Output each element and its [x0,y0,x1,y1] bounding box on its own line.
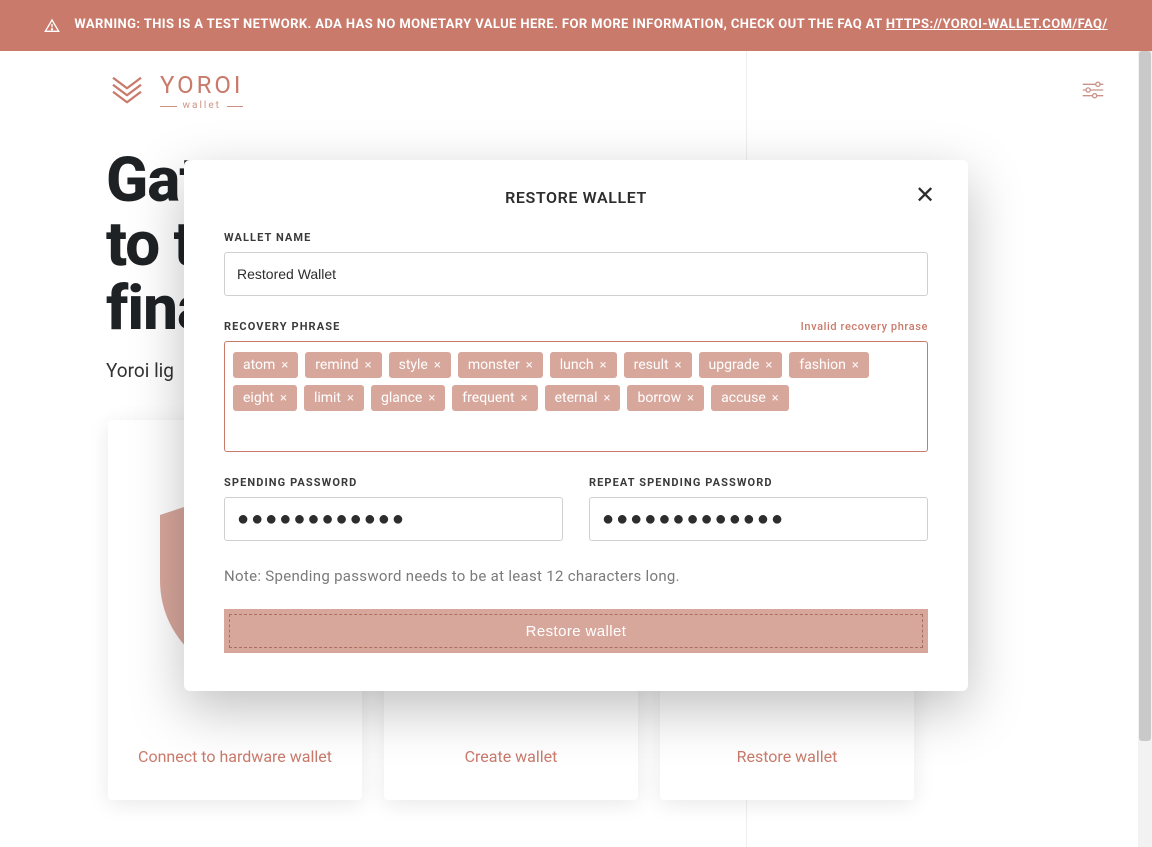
remove-chip-icon[interactable]: × [687,391,694,406]
scrollbar[interactable] [1138,51,1152,847]
remove-chip-icon[interactable]: × [280,391,287,406]
remove-chip-icon[interactable]: × [772,391,779,406]
phrase-word: fashion [799,357,846,373]
phrase-chip: monster × [458,352,543,378]
spending-password-input[interactable] [224,497,563,541]
phrase-chip: frequent × [452,385,537,411]
repeat-password-label: REPEAT SPENDING PASSWORD [589,476,928,489]
recovery-phrase-input[interactable]: atom×remind×style×monster×lunch×result×u… [224,341,928,452]
wallet-name-input[interactable] [224,252,928,296]
remove-chip-icon[interactable]: × [365,358,372,373]
phrase-chip: lunch × [550,352,617,378]
remove-chip-icon[interactable]: × [675,358,682,373]
remove-chip-icon[interactable]: × [428,391,435,406]
banner-faq-link[interactable]: HTTPS://YOROI-WALLET.COM/FAQ/ [886,17,1108,32]
phrase-word: atom [243,357,275,373]
remove-chip-icon[interactable]: × [526,358,533,373]
modal-title: RESTORE WALLET [224,188,928,207]
wallet-name-label: WALLET NAME [224,231,928,244]
phrase-word: glance [381,390,422,406]
phrase-word: accuse [721,390,766,406]
phrase-chip: result × [624,352,692,378]
close-icon: ✕ [915,181,935,210]
phrase-chip: glance × [371,385,445,411]
phrase-chip: accuse × [711,385,789,411]
remove-chip-icon[interactable]: × [434,358,441,373]
remove-chip-icon[interactable]: × [521,391,528,406]
phrase-chip: atom × [233,352,298,378]
remove-chip-icon[interactable]: × [604,391,611,406]
phrase-chip: upgrade × [699,352,783,378]
test-network-banner: WARNING: THIS IS A TEST NETWORK. ADA HAS… [0,0,1152,51]
phrase-word: upgrade [709,357,760,373]
settings-button[interactable] [1080,77,1106,106]
phrase-word: result [634,357,669,373]
remove-chip-icon[interactable]: × [600,358,607,373]
phrase-word: eight [243,390,274,406]
phrase-chip: borrow × [627,385,704,411]
logo-mark-icon [106,69,148,115]
phrase-word: lunch [560,357,594,373]
scrollbar-thumb[interactable] [1139,51,1151,741]
phrase-word: style [399,357,428,373]
phrase-word: frequent [462,390,514,406]
restore-wallet-button[interactable]: Restore wallet [224,609,928,653]
yoroi-logo: YOROI wallet [106,69,243,115]
warning-icon [44,18,60,34]
card-label: Restore wallet [737,747,838,766]
recovery-phrase-label: RECOVERY PHRASE [224,320,340,333]
logo-name: YOROI [160,73,243,97]
remove-chip-icon[interactable]: × [347,391,354,406]
phrase-chip: limit × [304,385,364,411]
card-label: Create wallet [465,747,558,766]
restore-wallet-modal: RESTORE WALLET ✕ WALLET NAME RECOVERY PH… [184,160,968,691]
phrase-chip: eternal × [545,385,621,411]
phrase-word: borrow [637,390,681,406]
phrase-chip: fashion × [789,352,869,378]
remove-chip-icon[interactable]: × [852,358,859,373]
app-header: YOROI wallet [0,51,1152,141]
password-note: Note: Spending password needs to be at l… [224,567,928,585]
banner-text: WARNING: THIS IS A TEST NETWORK. ADA HAS… [74,17,885,32]
spending-password-label: SPENDING PASSWORD [224,476,563,489]
phrase-chip: style × [389,352,451,378]
recovery-phrase-error: Invalid recovery phrase [801,320,928,333]
close-button[interactable]: ✕ [912,182,938,208]
remove-chip-icon[interactable]: × [281,358,288,373]
phrase-chip: remind × [305,352,381,378]
phrase-word: eternal [555,390,598,406]
phrase-chip: eight × [233,385,297,411]
phrase-word: monster [468,357,520,373]
repeat-password-input[interactable] [589,497,928,541]
phrase-word: remind [315,357,358,373]
card-label: Connect to hardware wallet [138,747,332,766]
remove-chip-icon[interactable]: × [765,358,772,373]
phrase-word: limit [314,390,341,406]
logo-subtitle: wallet [183,101,221,111]
